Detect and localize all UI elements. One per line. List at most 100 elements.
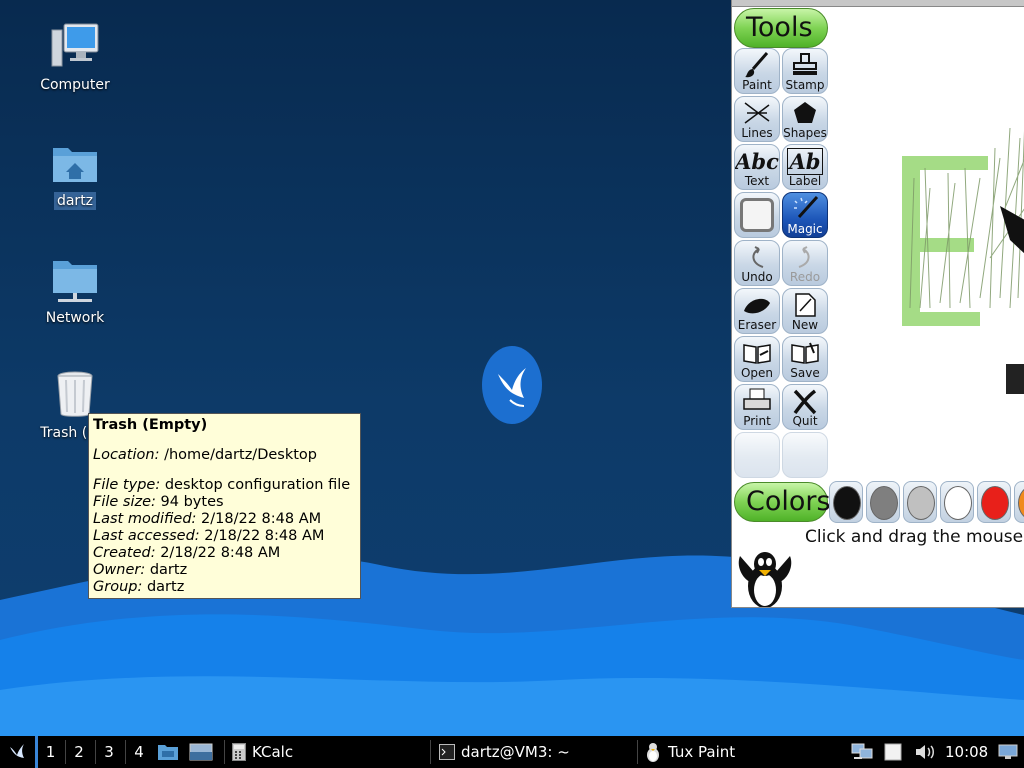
task-tuxpaint[interactable]: Tux Paint xyxy=(644,736,735,768)
text-icon: Abc xyxy=(735,148,779,174)
show-desktop-launcher[interactable] xyxy=(189,736,215,768)
desktop-icon-label: Computer xyxy=(40,77,110,93)
terminal-icon xyxy=(439,744,455,760)
status-message: Click and drag the mouse xyxy=(805,527,1024,547)
taskbar: 1 2 3 4 KCalc dartz@VM3: ~ Tux Paint 10:… xyxy=(0,736,1024,768)
start-menu-button[interactable] xyxy=(2,736,32,768)
pentagon-icon xyxy=(794,102,816,123)
tool-stamp-button[interactable]: Stamp xyxy=(782,48,828,94)
task-terminal[interactable]: dartz@VM3: ~ xyxy=(439,736,570,768)
tool-new-button[interactable]: New xyxy=(782,288,828,334)
color-swatch-gray[interactable] xyxy=(866,481,900,523)
desktop-icon-label: dartz xyxy=(53,192,97,210)
tool-print-button[interactable]: Print xyxy=(734,384,780,430)
tooltip-filesize: File size: 94 bytes xyxy=(93,494,224,510)
color-dot xyxy=(944,486,972,520)
home-folder-icon xyxy=(50,138,100,188)
desktop-icon-network[interactable]: Network xyxy=(20,255,130,327)
window-top-edge xyxy=(732,0,1024,7)
network-tray-icon[interactable] xyxy=(851,736,873,768)
printer-icon xyxy=(743,388,771,410)
color-swatch-red[interactable] xyxy=(977,481,1011,523)
tux-penguin-icon xyxy=(738,552,792,607)
color-dot xyxy=(870,486,898,520)
distro-logo-icon xyxy=(10,744,24,758)
desktop-icon xyxy=(998,744,1018,759)
workspace-2[interactable]: 2 xyxy=(65,736,93,768)
tooltip-title: Trash (Empty) xyxy=(93,417,208,433)
desktop-icon-computer[interactable]: Computer xyxy=(20,22,130,94)
tool-save-button[interactable]: Save xyxy=(782,336,828,382)
color-dot xyxy=(833,486,861,520)
computer-icon xyxy=(50,22,100,72)
distro-logo-icon xyxy=(482,346,542,424)
tool-undo-button[interactable]: Undo xyxy=(734,240,780,286)
blank-square-icon xyxy=(740,198,774,232)
new-page-icon xyxy=(795,293,816,317)
color-dot xyxy=(907,486,935,520)
magic-wand-icon xyxy=(794,195,819,219)
lines-icon xyxy=(744,102,770,124)
desktop-icon-label: Network xyxy=(45,310,105,326)
tool-text-button[interactable]: Abc Text xyxy=(734,144,780,190)
folder-icon xyxy=(158,745,178,760)
tool-quit-button[interactable]: Quit xyxy=(782,384,828,430)
workspace-4[interactable]: 4 xyxy=(125,736,153,768)
tools-title: Tools xyxy=(734,8,828,48)
tool-magic-button[interactable]: Magic xyxy=(782,192,828,238)
tooltip-owner: Owner: dartz xyxy=(93,562,188,578)
tooltip-accessed: Last accessed: 2/18/22 8:48 AM xyxy=(93,528,325,544)
tool-empty-slot xyxy=(782,432,828,478)
tooltip-modified: Last modified: 2/18/22 8:48 AM xyxy=(93,511,322,527)
colors-title: Colors xyxy=(734,482,831,522)
tuxpaint-window[interactable]: Tools Paint Stamp Lines Shapes Abc Text … xyxy=(731,0,1024,608)
tool-open-button[interactable]: Open xyxy=(734,336,780,382)
color-swatch-orange[interactable] xyxy=(1014,481,1024,523)
color-swatch-silver[interactable] xyxy=(903,481,937,523)
label-icon: Ab xyxy=(786,147,824,175)
task-kcalc[interactable]: KCalc xyxy=(232,736,293,768)
tooltip-location: Location: /home/dartz/Desktop xyxy=(93,447,317,463)
volume-tray-icon[interactable] xyxy=(914,736,938,768)
drawing-canvas[interactable] xyxy=(830,8,1024,480)
save-book-icon xyxy=(791,342,819,364)
calculator-icon xyxy=(232,743,246,761)
tool-eraser-button[interactable]: Eraser xyxy=(734,288,780,334)
clipboard-icon xyxy=(884,743,902,761)
color-swatch-white[interactable] xyxy=(940,481,974,523)
stamp-icon xyxy=(793,53,817,75)
trash-tooltip: Trash (Empty) Location: /home/dartz/Desk… xyxy=(88,413,361,599)
workspace-3[interactable]: 3 xyxy=(95,736,123,768)
tool-label-button[interactable]: Ab Label xyxy=(782,144,828,190)
workspace-1[interactable]: 1 xyxy=(35,736,63,768)
tooltip-filetype: File type: desktop configuration file xyxy=(93,477,351,493)
tool-empty-slot xyxy=(734,432,780,478)
tool-paint-button[interactable]: Paint xyxy=(734,48,780,94)
quit-x-icon xyxy=(793,389,817,415)
tool-lines-button[interactable]: Lines xyxy=(734,96,780,142)
undo-icon xyxy=(752,246,764,268)
desktop[interactable]: Computer dartz Network Trash (Em Trash (… xyxy=(0,0,1024,736)
tuxpaint-icon xyxy=(647,743,659,762)
desktop-preview-icon xyxy=(189,743,213,761)
paintbrush-icon xyxy=(745,52,769,78)
eraser-icon xyxy=(744,298,770,314)
tooltip-group: Group: dartz xyxy=(93,579,185,595)
clipboard-tray-icon[interactable] xyxy=(884,736,904,768)
show-desktop-button[interactable] xyxy=(998,736,1020,768)
color-swatch-black[interactable] xyxy=(829,481,863,523)
tool-fill-button[interactable] xyxy=(734,192,780,238)
network-folder-icon xyxy=(50,255,100,305)
color-dot xyxy=(981,486,1009,520)
file-manager-launcher[interactable] xyxy=(157,736,181,768)
tool-shapes-button[interactable]: Shapes xyxy=(782,96,828,142)
tooltip-created: Created: 2/18/22 8:48 AM xyxy=(93,545,281,561)
clock[interactable]: 10:08 xyxy=(945,736,988,768)
network-icon xyxy=(851,743,873,759)
open-book-icon xyxy=(743,344,771,364)
desktop-icon-dartz[interactable]: dartz xyxy=(20,138,130,210)
redo-icon xyxy=(798,246,810,268)
color-dot xyxy=(1018,486,1024,520)
tool-redo-button[interactable]: Redo xyxy=(782,240,828,286)
speaker-icon xyxy=(916,745,934,759)
